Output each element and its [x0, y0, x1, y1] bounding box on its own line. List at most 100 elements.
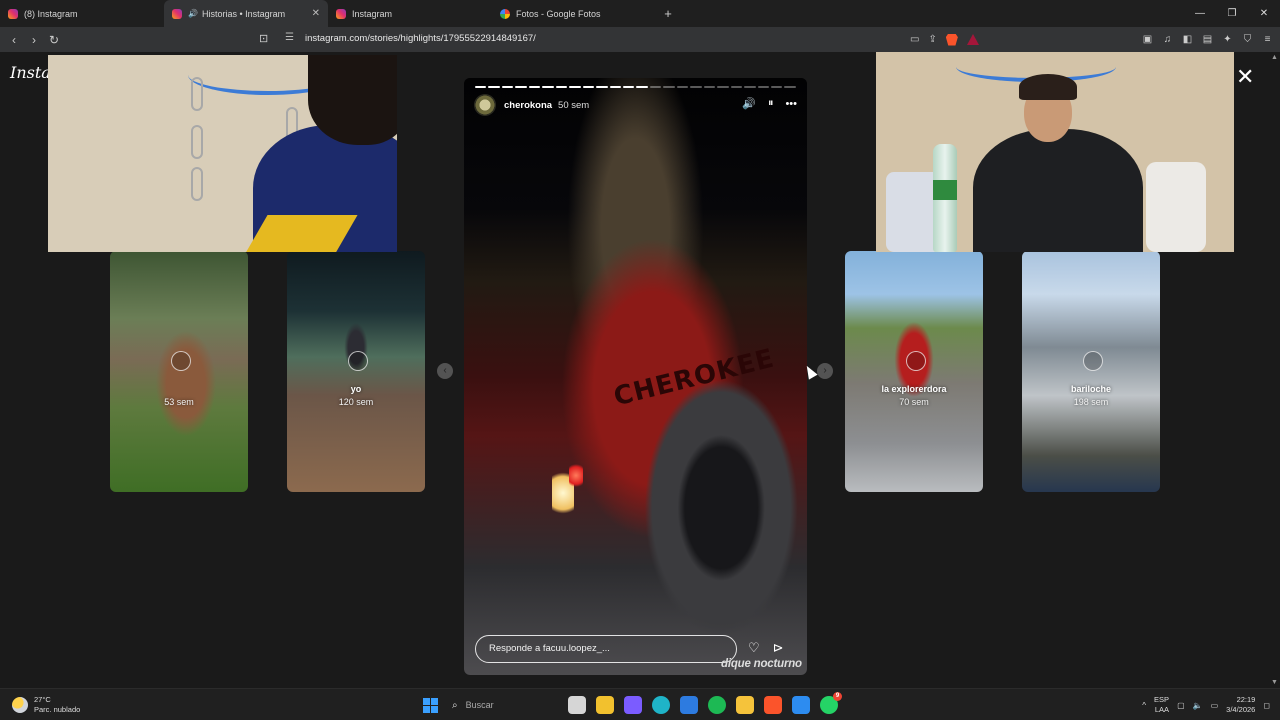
speaker-icon[interactable]: 🔊 [188, 9, 198, 18]
tab-title: (8) Instagram [24, 8, 78, 19]
send-icon[interactable]: ⊳ [773, 641, 784, 654]
tab-historias[interactable]: 🔊 Historias • Instagram ✕ [164, 0, 328, 27]
wallet-icon[interactable]: ▤ [1201, 33, 1214, 46]
close-icon[interactable]: ✕ [1236, 66, 1254, 88]
highlight-card[interactable]: la explorerdora 70 sem [845, 251, 983, 492]
windows-start-icon[interactable] [423, 697, 438, 713]
webcam-overlay-left [48, 55, 397, 252]
store-icon[interactable] [680, 696, 698, 714]
heart-icon[interactable]: ♡ [748, 641, 760, 654]
minimize-button[interactable]: — [1184, 0, 1216, 27]
highlight-card[interactable]: bariloche 198 sem [1022, 251, 1160, 492]
bottle-label [933, 180, 957, 200]
progress-segment [622, 86, 635, 88]
clock[interactable]: 22:19 3/4/2026 [1226, 695, 1255, 715]
volume-icon[interactable]: 🔊 [742, 97, 756, 110]
chevron-up-icon[interactable]: ^ [1142, 701, 1146, 710]
windows-taskbar: 27°C Parc. nublado ⌕ Buscar 9 ^ ESP LAA … [0, 688, 1280, 720]
back-icon[interactable]: ‹ [4, 33, 24, 47]
close-tab-icon[interactable]: ✕ [312, 8, 320, 19]
sidebar-icon[interactable]: ◧ [1181, 33, 1194, 46]
progress-segment [717, 86, 729, 88]
story-controls: 🔊 ⏸ ••• [742, 97, 797, 110]
toolbar-right: ▣ ♫ ◧ ▤ ✦ ⛉ ≡ [1141, 27, 1274, 52]
highlight-name: yo [350, 384, 362, 394]
reload-icon[interactable]: ↻ [44, 33, 64, 47]
instagram-icon [8, 8, 18, 19]
progress-segment [488, 86, 500, 88]
highlight-age: 120 sem [338, 397, 374, 407]
weather-icon [12, 697, 28, 713]
whatsapp-icon[interactable]: 9 [820, 692, 842, 714]
progress-segment [528, 86, 541, 88]
avatar[interactable] [474, 94, 496, 116]
clock-time: 22:19 [1236, 695, 1256, 704]
cast-icon[interactable]: ▭ [910, 34, 919, 45]
instagram-stories-page: Instagram 53 sem yo 120 sem la explorerd… [0, 52, 1280, 688]
task-view-icon[interactable] [568, 696, 586, 714]
forward-icon[interactable]: › [24, 33, 44, 47]
weather-widget[interactable]: 27°C Parc. nublado [12, 695, 80, 715]
scroll-down-icon[interactable]: ▼ [1271, 679, 1278, 686]
next-story-icon[interactable]: › [817, 363, 833, 379]
notifications-icon[interactable]: ◻ [1263, 701, 1270, 710]
pause-icon[interactable]: ⏸ [768, 97, 774, 110]
progress-segment [649, 86, 662, 88]
progress-segment [757, 86, 769, 88]
highlight-card[interactable]: 53 sem [110, 251, 248, 492]
google-photos-icon [500, 8, 510, 19]
tab-instagram-2[interactable]: Instagram [328, 0, 492, 27]
site-info-icon[interactable]: ☰ [285, 32, 294, 43]
network-icon[interactable]: ▢ [1177, 701, 1185, 710]
progress-segment [663, 86, 675, 88]
progress-segment [636, 86, 648, 88]
leo-icon[interactable]: ✦ [1221, 33, 1234, 46]
bookmark-icon[interactable]: ⊡ [259, 32, 268, 45]
battery-icon[interactable]: ▭ [1211, 701, 1219, 710]
language-indicator[interactable]: ESP LAA [1154, 695, 1169, 715]
brave-icon[interactable] [764, 696, 782, 714]
taskbar-search[interactable]: ⌕ Buscar [448, 694, 558, 716]
progress-segment [596, 86, 608, 88]
brave-shields-icon[interactable] [945, 33, 958, 46]
file-explorer-icon[interactable] [596, 696, 614, 714]
highlight-card[interactable]: yo 120 sem [287, 251, 425, 492]
weather-desc: Parc. nublado [34, 705, 81, 714]
reply-actions: ♡ ⊳ [748, 641, 784, 654]
volume-tray-icon[interactable]: 🔈 [1193, 701, 1203, 710]
tab-title: Instagram [352, 8, 393, 19]
person-body [973, 129, 1143, 252]
menu-icon[interactable]: ≡ [1261, 33, 1274, 46]
tab-title: Fotos - Google Fotos [516, 8, 601, 19]
story-username[interactable]: cherokona [504, 100, 552, 111]
edge-icon[interactable] [652, 696, 670, 714]
search-placeholder: Buscar [465, 700, 494, 710]
new-tab-button[interactable]: + [658, 6, 678, 21]
screenshot-icon[interactable]: ▣ [1141, 33, 1154, 46]
story-header: cherokona 50 sem 🔊 ⏸ ••• [474, 94, 797, 116]
story-viewer[interactable]: CHEROKEE cherokona 50 sem 🔊 ⏸ ••• Respon… [464, 78, 807, 675]
folder-icon[interactable] [736, 696, 754, 714]
clock-date: 3/4/2026 [1226, 705, 1256, 714]
share-icon[interactable]: ⇪ [928, 34, 936, 45]
media-icon[interactable]: ♫ [1161, 33, 1174, 46]
weather-temp: 27°C [34, 695, 51, 704]
tab-google-fotos[interactable]: Fotos - Google Fotos [492, 0, 656, 27]
carabiner [191, 125, 203, 159]
carabiner [191, 167, 203, 201]
scrollbar[interactable]: ▲ ▼ [1270, 52, 1280, 688]
restore-button[interactable]: ❐ [1216, 0, 1248, 27]
tab-instagram-1[interactable]: (8) Instagram [0, 0, 164, 27]
spotify-icon[interactable] [708, 696, 726, 714]
more-options-icon[interactable]: ••• [785, 98, 797, 110]
address-bar[interactable]: instagram.com/stories/highlights/1795552… [305, 33, 536, 44]
close-window-button[interactable]: ✕ [1248, 0, 1280, 27]
brave-rewards-icon[interactable] [966, 34, 979, 45]
previous-story-icon[interactable]: ‹ [437, 363, 453, 379]
story-time: 50 sem [558, 99, 590, 111]
scroll-up-icon[interactable]: ▲ [1271, 54, 1278, 61]
copilot-icon[interactable] [624, 696, 642, 714]
vpn-icon[interactable]: ⛉ [1241, 33, 1254, 46]
reply-input[interactable]: Responde a facuu.loopez_... [475, 635, 737, 663]
paint-icon[interactable] [792, 696, 810, 714]
